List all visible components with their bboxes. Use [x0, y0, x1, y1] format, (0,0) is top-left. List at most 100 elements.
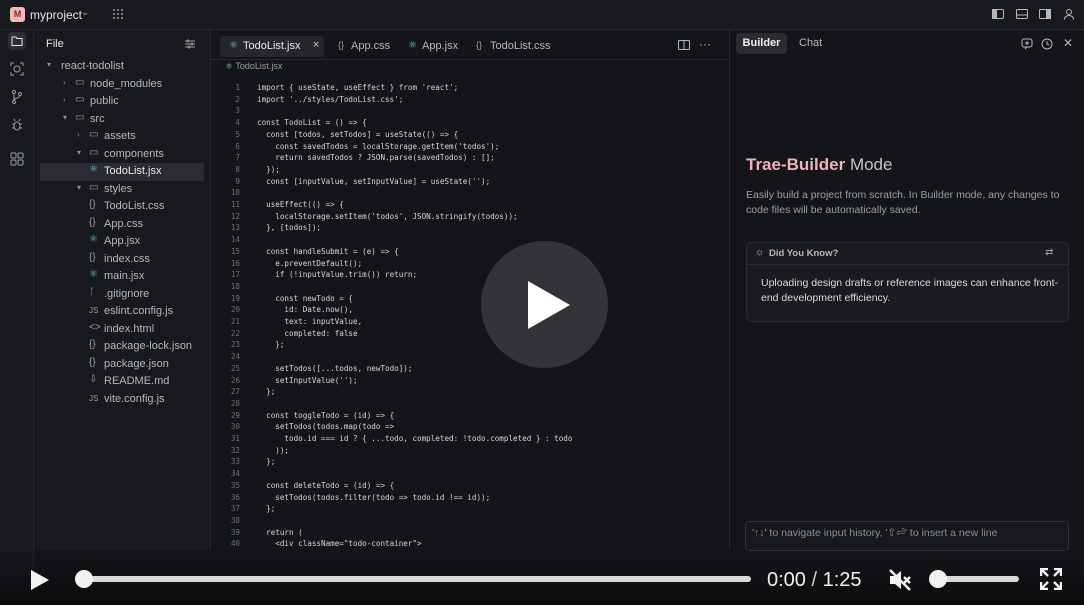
braces-icon: {} — [89, 216, 96, 228]
line-number: 3 — [235, 106, 240, 116]
title-bar: M myproject ⌄ — [0, 0, 1084, 30]
tree-item-index-html[interactable]: <> index.html — [34, 321, 210, 339]
tree-item-todolist-jsx[interactable]: ⚛ TodoList.jsx — [40, 163, 204, 181]
tab-builder[interactable]: Builder — [736, 33, 787, 54]
code-line: id: Date.now(), — [257, 305, 354, 315]
tab-chat[interactable]: Chat — [799, 37, 822, 49]
tree-item-main-jsx[interactable]: ⚛ main.jsx — [34, 268, 210, 286]
line-number: 15 — [230, 246, 240, 256]
code-line: setInputValue(''); — [257, 375, 358, 385]
new-chat-icon[interactable] — [1021, 38, 1033, 50]
line-number: 14 — [230, 235, 240, 245]
code-line: import '../styles/TodoList.css'; — [257, 94, 404, 104]
tree-item-package-json[interactable]: {} package.json — [34, 356, 210, 374]
tree-item-src[interactable]: ▾ ▭ src — [34, 111, 210, 129]
tree-item-eslint-config[interactable]: JS eslint.config.js — [34, 303, 210, 321]
extensions-icon[interactable] — [8, 150, 26, 168]
search-icon[interactable] — [8, 60, 26, 78]
git-icon: ᚴ — [89, 286, 95, 298]
code-line: const deleteTodo = (id) => { — [257, 480, 395, 490]
tree-item-gitignore[interactable]: ᚴ .gitignore — [34, 286, 210, 304]
tree-item-readme[interactable]: ⇩ README.md — [34, 373, 210, 391]
tab-todolist-jsx[interactable]: ⚛ TodoList.jsx × — [220, 36, 324, 57]
code-line: }; — [257, 387, 276, 397]
line-number: 18 — [230, 281, 240, 291]
line-number: 36 — [230, 492, 240, 502]
big-play-button[interactable] — [481, 241, 608, 368]
toggle-right-panel-icon[interactable] — [1039, 8, 1051, 20]
source-control-icon[interactable] — [8, 88, 26, 106]
tab-app-css[interactable]: {} App.css — [330, 36, 400, 57]
account-icon[interactable] — [1063, 8, 1075, 20]
chevron-down-icon: ▾ — [77, 147, 82, 157]
line-number: 10 — [230, 188, 240, 198]
play-button[interactable] — [28, 569, 50, 591]
tree-item-todolist-css[interactable]: {} TodoList.css — [34, 198, 210, 216]
tree-item-app-jsx[interactable]: ⚛ App.jsx — [34, 233, 210, 251]
code-line: return savedTodos ? JSON.parse(savedTodo… — [257, 153, 495, 163]
tree-item-assets[interactable]: › ▭ assets — [34, 128, 210, 146]
breadcrumb[interactable]: ⚛ TodoList.jsx — [225, 61, 282, 72]
tree-item-public[interactable]: › ▭ public — [34, 93, 210, 111]
line-number: 23 — [230, 340, 240, 350]
project-avatar[interactable]: M — [10, 7, 25, 22]
tree-item-package-lock[interactable]: {} package-lock.json — [34, 338, 210, 356]
code-line: setTodos(todos.map(todo => — [257, 422, 395, 432]
seek-handle[interactable] — [75, 570, 93, 588]
tree-item-node-modules[interactable]: › ▭ node_modules — [34, 76, 210, 94]
line-number: 12 — [230, 211, 240, 221]
tree-item-index-css[interactable]: {} index.css — [34, 251, 210, 269]
hero-title: Trae-Builder Mode — [746, 155, 893, 174]
code-line: const newTodo = { — [257, 293, 354, 303]
more-icon[interactable]: ··· — [699, 37, 711, 51]
line-number: 4 — [235, 118, 240, 128]
line-number: 40 — [230, 539, 240, 549]
files-icon[interactable] — [8, 32, 26, 50]
editor-tabs: ⚛ TodoList.jsx × {} App.css ⚛ App.jsx {}… — [211, 30, 728, 60]
fullscreen-icon[interactable] — [1040, 568, 1062, 590]
download-icon: ⇩ — [89, 374, 98, 385]
chevron-down-icon[interactable]: ⌄ — [81, 7, 89, 18]
chat-input[interactable]: '↑↓' to navigate input history, '⇧⏎' to … — [745, 521, 1069, 551]
toggle-panel-icon[interactable] — [1016, 8, 1028, 20]
code-line: todo.id === id ? { ...todo, completed: !… — [257, 434, 573, 443]
tab-app-jsx[interactable]: ⚛ App.jsx — [404, 36, 466, 57]
line-number: 24 — [230, 352, 240, 362]
tree-item-components[interactable]: ▾ ▭ components — [34, 146, 210, 164]
js-icon: JS — [89, 393, 99, 403]
code-line: if (!inputValue.trim()) return; — [257, 270, 418, 280]
braces-icon: {} — [89, 339, 96, 350]
tab-todolist-css[interactable]: {} TodoList.css — [471, 36, 553, 57]
code-line: }; — [257, 504, 276, 514]
seek-bar[interactable] — [75, 576, 751, 582]
line-number: 39 — [230, 527, 240, 537]
folder-icon: ▭ — [75, 94, 85, 105]
tree-item-app-css[interactable]: {} App.css — [34, 216, 210, 234]
volume-slider[interactable] — [939, 576, 1019, 582]
volume-handle[interactable] — [929, 570, 947, 588]
toggle-sidebar-icon[interactable] — [992, 8, 1004, 20]
tree-item-vite-config[interactable]: JS vite.config.js — [34, 391, 210, 409]
history-icon[interactable] — [1041, 38, 1053, 50]
line-number: 20 — [230, 305, 240, 315]
filter-icon[interactable] — [184, 38, 196, 50]
app-grid-icon[interactable] — [112, 8, 124, 20]
code-line: localStorage.setItem('todos', JSON.strin… — [257, 211, 518, 221]
shuffle-icon[interactable]: ⇄ — [1045, 247, 1053, 258]
tree-item-root[interactable]: ▾ react-todolist — [34, 58, 210, 76]
project-name[interactable]: myproject — [30, 8, 82, 22]
braces-icon: {} — [89, 251, 96, 263]
react-icon: ⚛ — [89, 234, 98, 245]
muted-speaker-icon[interactable] — [887, 567, 913, 593]
split-editor-icon[interactable] — [678, 39, 690, 51]
tip-card: ☼ Did You Know? ⇄ Uploading design draft… — [746, 242, 1069, 322]
close-icon[interactable]: × — [313, 39, 319, 51]
debug-icon[interactable] — [8, 116, 26, 134]
tree-item-styles[interactable]: ▾ ▭ styles — [34, 181, 210, 199]
code-line: }); — [257, 164, 280, 174]
code-line: }, [todos]); — [257, 223, 322, 233]
line-number: 38 — [230, 515, 240, 525]
js-icon: JS — [89, 306, 99, 315]
code-line: <div className="todo-container"> — [257, 539, 422, 549]
close-icon[interactable]: ✕ — [1063, 36, 1073, 50]
